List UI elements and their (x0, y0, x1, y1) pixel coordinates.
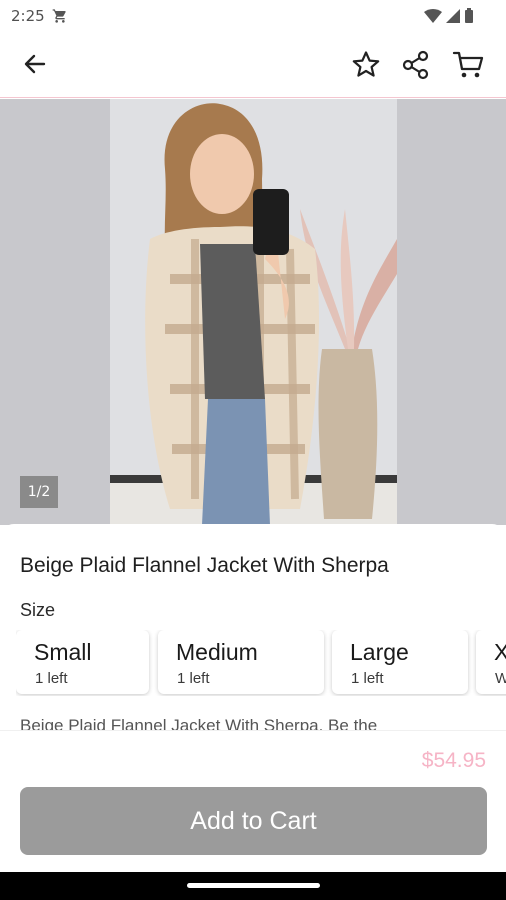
status-bar: 2:25 (0, 0, 506, 32)
size-name: Small (34, 639, 92, 665)
favorite-button[interactable] (350, 49, 382, 81)
home-indicator[interactable] (187, 883, 320, 888)
product-photo (110, 99, 397, 525)
size-stock: W (495, 670, 506, 687)
back-button[interactable] (20, 49, 50, 79)
product-image-gallery[interactable]: 1/2 (0, 99, 506, 525)
star-icon (352, 51, 380, 77)
share-icon (402, 50, 429, 80)
share-button[interactable] (400, 49, 432, 81)
product-title: Beige Plaid Flannel Jacket With Sherpa (20, 554, 389, 577)
size-option-large[interactable]: Large 1 left (332, 630, 468, 694)
size-option-small[interactable]: Small 1 left (16, 630, 149, 694)
cart-button[interactable] (452, 49, 486, 81)
size-name: Medium (176, 639, 258, 665)
battery-icon (465, 8, 473, 23)
signal-icon (446, 9, 460, 23)
app-bar (0, 32, 506, 98)
wifi-icon (424, 9, 442, 23)
size-stock: 1 left (351, 670, 384, 687)
cart-icon (452, 51, 484, 78)
size-option-x[interactable]: X W (476, 630, 506, 694)
product-details-sheet: Beige Plaid Flannel Jacket With Sherpa S… (0, 524, 506, 872)
status-time: 2:25 (11, 7, 45, 25)
add-to-cart-button[interactable]: Add to Cart (20, 787, 487, 855)
size-selector: Small 1 left Medium 1 left Large 1 left … (16, 630, 506, 696)
size-name: X (494, 639, 506, 665)
back-arrow-icon (24, 54, 46, 74)
size-option-medium[interactable]: Medium 1 left (158, 630, 324, 694)
size-label: Size (20, 600, 56, 620)
size-stock: 1 left (177, 670, 210, 687)
system-navigation-bar (0, 872, 506, 900)
cart-notification-icon (52, 8, 68, 28)
product-price: $54.95 (421, 749, 486, 772)
size-name: Large (350, 639, 409, 665)
size-stock: 1 left (35, 670, 68, 687)
status-icons (424, 8, 476, 28)
image-counter: 1/2 (20, 476, 58, 508)
